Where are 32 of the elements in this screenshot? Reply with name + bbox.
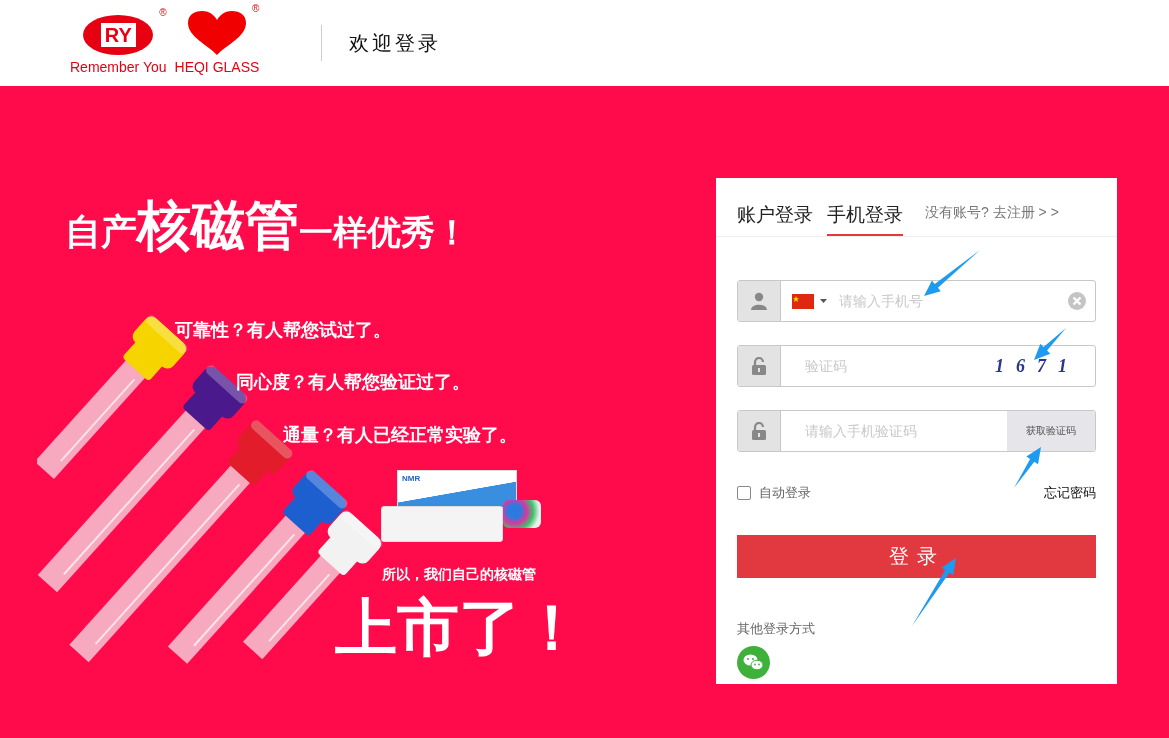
login-tab[interactable]: 账户登录 — [737, 202, 813, 236]
registered-mark: ® — [159, 7, 167, 18]
banner-slogan: 通量？有人已经正常实验了。 — [283, 424, 517, 447]
banner-headline: 自产核磁管一样优秀！ — [65, 194, 469, 257]
product-box-drawing: NMR — [381, 470, 553, 542]
lock-icon — [751, 357, 767, 375]
caret-icon[interactable] — [820, 299, 827, 303]
logo-caption: HEQI GLASS — [174, 59, 260, 75]
login-button[interactable]: 登录 — [737, 535, 1096, 578]
registered-mark: ® — [251, 3, 260, 14]
get-code-button[interactable]: 获取验证码 — [1007, 411, 1095, 451]
annotation-arrow — [1034, 328, 1066, 360]
login-tab[interactable]: 手机登录 — [827, 202, 903, 236]
lock-icon — [751, 422, 767, 440]
forgot-password-link[interactable]: 忘记密码 — [1044, 484, 1096, 502]
logo-mark: RY — [98, 21, 138, 49]
banner-tagline: 所以，我们自己的核磁管 — [382, 566, 536, 584]
flag-icon — [792, 293, 814, 309]
register-link[interactable]: 没有账号? 去注册 > > — [925, 204, 1059, 236]
other-login-label: 其他登录方式 — [737, 620, 816, 638]
banner-slogan: 可靠性？有人帮您试过了。 — [175, 319, 391, 342]
user-icon — [751, 292, 767, 310]
annotation-arrow — [1014, 447, 1041, 488]
logo-caption: Remember You — [70, 59, 167, 75]
auto-login-checkbox[interactable] — [737, 486, 751, 500]
heart-logo-icon — [187, 11, 246, 55]
banner-slogan: 同心度？有人帮您验证过了。 — [236, 371, 470, 394]
page-title: 欢迎登录 — [349, 30, 442, 56]
wechat-icon[interactable] — [737, 646, 770, 679]
captcha-image[interactable]: 1671 — [995, 355, 1079, 377]
auto-login-label: 自动登录 — [759, 484, 811, 502]
banner-big-text: 上市了！ — [335, 592, 556, 664]
